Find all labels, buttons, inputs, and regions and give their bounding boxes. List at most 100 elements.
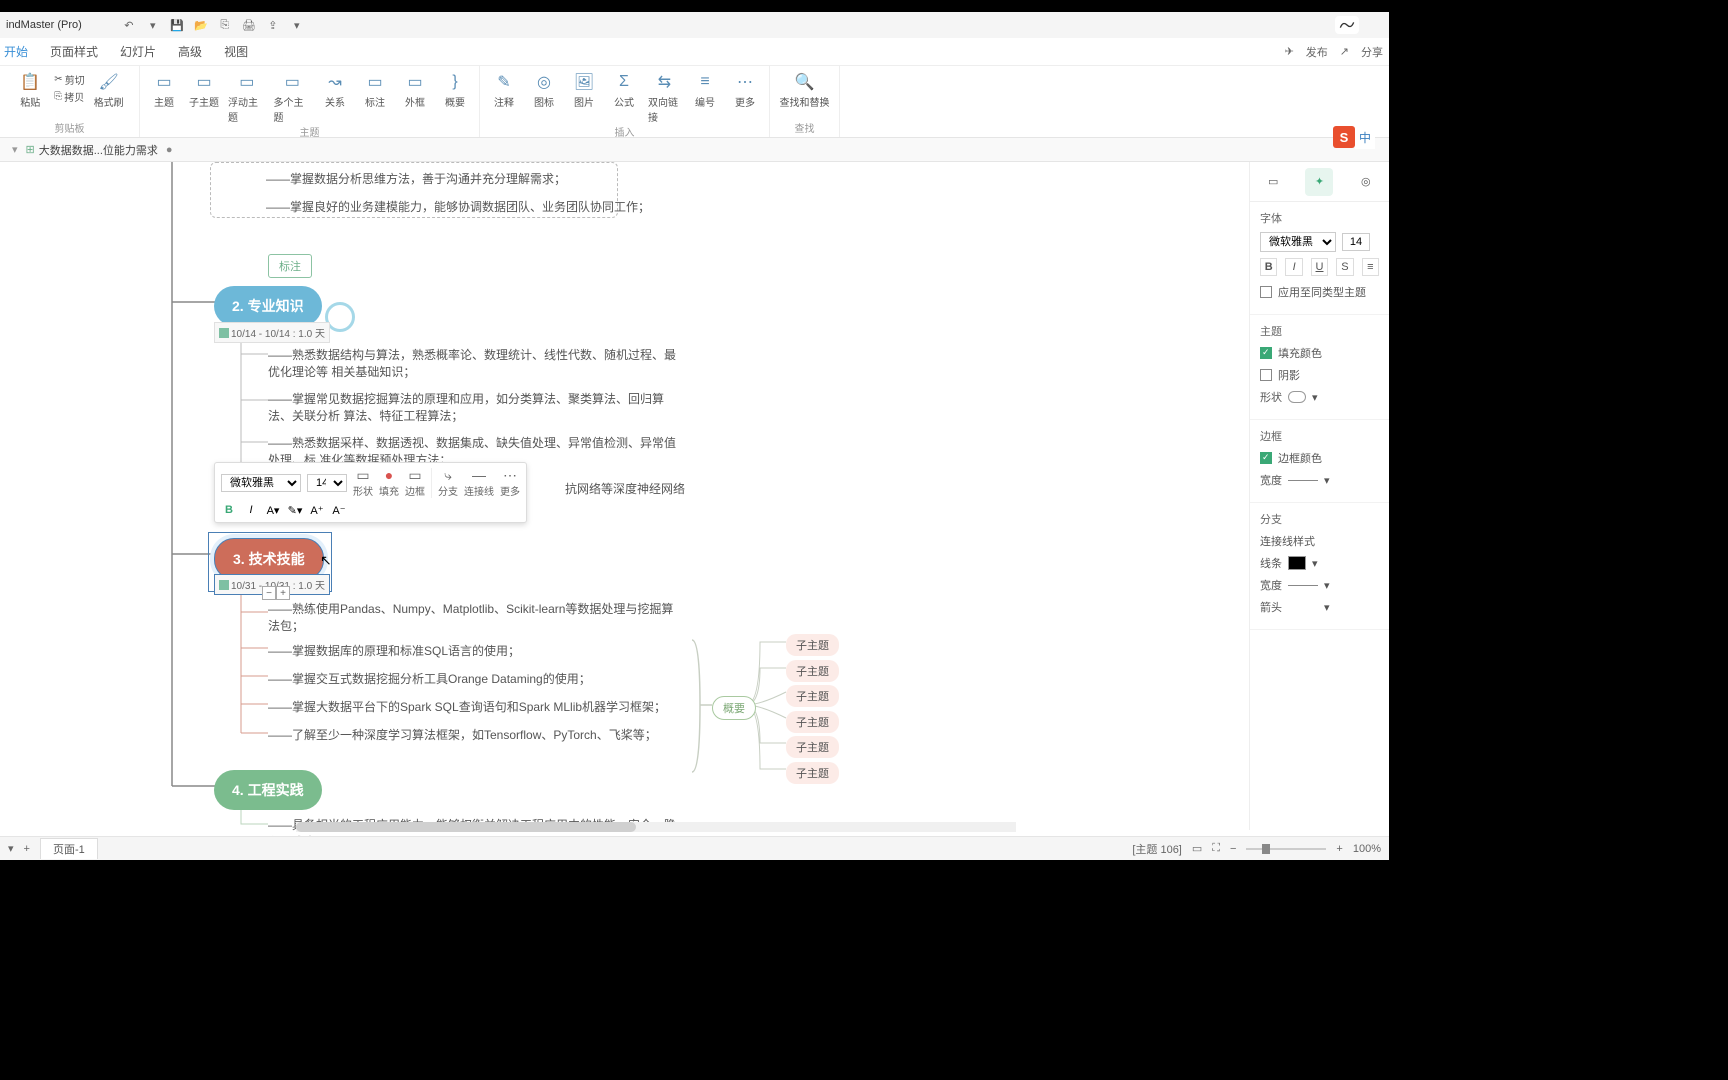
subtopic-button[interactable]: ▭子主题: [188, 72, 220, 109]
fill-color-checkbox[interactable]: [1260, 347, 1272, 359]
italic-button[interactable]: I: [243, 502, 259, 518]
redo-icon[interactable]: ▾: [146, 18, 160, 32]
copy-button[interactable]: ⎘ 拷贝: [54, 89, 84, 104]
font-family-select[interactable]: 微软雅黑: [221, 474, 301, 492]
branch-width-dropdown-icon[interactable]: ▾: [1324, 579, 1330, 592]
more-insert-button[interactable]: ⋯更多: [729, 72, 761, 109]
topic-4[interactable]: 4. 工程实践: [214, 770, 322, 810]
zoom-out-icon[interactable]: −: [1230, 843, 1236, 855]
fill-button[interactable]: ●填充: [379, 467, 399, 498]
font-size-select[interactable]: 14: [307, 474, 347, 492]
more-button[interactable]: ⋯更多: [500, 467, 520, 498]
undo-icon[interactable]: ↶: [122, 18, 136, 32]
border-color-checkbox[interactable]: [1260, 452, 1272, 464]
line-dropdown-icon[interactable]: ▾: [1312, 557, 1318, 570]
publish-button[interactable]: 发布: [1306, 44, 1328, 60]
arrow-dropdown-icon[interactable]: ▾: [1324, 601, 1330, 614]
multiple-topic-button[interactable]: ▭多个主题: [274, 72, 312, 124]
menu-start[interactable]: 开始: [4, 43, 28, 60]
sub-topic-placeholder[interactable]: 子主题: [786, 736, 839, 758]
connector-button[interactable]: —连接线: [464, 467, 494, 498]
border-button[interactable]: ▭边框: [405, 467, 425, 498]
rail-bold-button[interactable]: B: [1260, 258, 1277, 276]
line-color-chip[interactable]: [1288, 556, 1306, 570]
sub-topic-placeholder[interactable]: 子主题: [786, 660, 839, 682]
share-icon[interactable]: ⇪: [266, 18, 280, 32]
child-note[interactable]: ——掌握大数据平台下的Spark SQL查询语句和Spark MLlib机器学习…: [268, 698, 666, 715]
menu-advanced[interactable]: 高级: [178, 43, 202, 60]
shape-button[interactable]: ▭形状: [353, 467, 373, 498]
node-collapse-expand[interactable]: −+: [262, 586, 290, 600]
child-note[interactable]: ——掌握数据分析思维方法，善于沟通并充分理解需求；: [266, 170, 566, 187]
child-note[interactable]: ——掌握交互式数据挖掘分析工具Orange Dataming的使用；: [268, 670, 591, 687]
open-icon[interactable]: 📂: [194, 18, 208, 32]
child-note[interactable]: ——了解至少一种深度学习算法框架，如Tensorflow、PyTorch、飞桨等…: [268, 726, 657, 743]
print-icon[interactable]: 🖨: [242, 18, 256, 32]
presentation-icon[interactable]: ▭: [1192, 842, 1202, 855]
find-replace-button[interactable]: 🔍查找和替换: [780, 72, 830, 109]
rail-italic-button[interactable]: I: [1285, 258, 1302, 276]
rail-strike-button[interactable]: S: [1336, 258, 1353, 276]
add-page-icon[interactable]: +: [24, 843, 30, 855]
note-button[interactable]: ✎注释: [488, 72, 520, 109]
save-icon[interactable]: 💾: [170, 18, 184, 32]
shadow-checkbox[interactable]: [1260, 369, 1272, 381]
formula-button[interactable]: Σ公式: [608, 72, 640, 109]
topic-2[interactable]: 2. 专业知识: [214, 286, 322, 326]
font-color-button[interactable]: A▾: [265, 502, 281, 518]
marker-button[interactable]: ◎图标: [528, 72, 560, 109]
mindmap-canvas[interactable]: ——掌握数据分析思维方法，善于沟通并充分理解需求； ——掌握良好的业务建模能力，…: [0, 162, 1249, 842]
width-dropdown-icon[interactable]: ▾: [1324, 474, 1330, 487]
share-arrow-icon[interactable]: ↗: [1340, 45, 1349, 58]
rail-underline-button[interactable]: U: [1311, 258, 1328, 276]
shape-preview[interactable]: [1288, 391, 1306, 403]
paste-button[interactable]: 📋粘贴: [14, 72, 46, 109]
highlight-button[interactable]: ✎▾: [287, 502, 303, 518]
sub-topic-placeholder[interactable]: 子主题: [786, 762, 839, 784]
menu-slide[interactable]: 幻灯片: [120, 43, 156, 60]
share-button[interactable]: 分享: [1361, 44, 1383, 60]
send-icon[interactable]: ✈: [1285, 45, 1294, 58]
child-note[interactable]: ——掌握常见数据挖掘算法的原理和应用，如分类算法、聚类算法、回归算法、关联分析 …: [268, 390, 678, 424]
font-decrease-button[interactable]: A⁻: [331, 502, 347, 518]
fit-icon[interactable]: ⛶: [1212, 842, 1220, 855]
page-tab[interactable]: 页面-1: [40, 838, 98, 859]
callout-tag[interactable]: 标注: [268, 254, 312, 278]
child-note[interactable]: ——掌握数据库的原理和标准SQL语言的使用；: [268, 642, 520, 659]
branch-button[interactable]: ⤷分支: [438, 467, 458, 498]
image-button[interactable]: 🖼图片: [568, 72, 600, 109]
export-icon[interactable]: ⎘: [218, 18, 232, 32]
child-note[interactable]: ——掌握良好的业务建模能力，能够协调数据团队、业务团队协同工作；: [266, 198, 650, 215]
sub-topic-placeholder[interactable]: 子主题: [786, 634, 839, 656]
shape-dropdown-icon[interactable]: ▾: [1312, 391, 1318, 404]
cut-button[interactable]: ✂ 剪切: [54, 72, 84, 87]
rail-font-size-input[interactable]: [1342, 233, 1370, 251]
boundary-button[interactable]: ▭外框: [399, 72, 431, 109]
format-painter-button[interactable]: 🖌格式刷: [93, 72, 125, 109]
font-increase-button[interactable]: A⁺: [309, 502, 325, 518]
document-tab[interactable]: ⊞ 大数据数据...位能力需求 ●: [26, 142, 173, 158]
more-qat-icon[interactable]: ▾: [290, 18, 304, 32]
callout-button[interactable]: ▭标注: [359, 72, 391, 109]
rail-align-button[interactable]: ≡: [1362, 258, 1379, 276]
ime-indicator[interactable]: S 中: [1333, 126, 1389, 148]
bold-button[interactable]: B: [221, 502, 237, 518]
doc-tab-dropdown-icon[interactable]: ▾: [12, 143, 18, 156]
topic-button[interactable]: ▭主题: [148, 72, 180, 109]
rail-tab-style-icon[interactable]: ✦: [1305, 168, 1333, 196]
floating-format-toolbar[interactable]: 微软雅黑 14 ▭形状 ●填充 ▭边框 ⤷分支 —连接线 ⋯更多 B I A▾ …: [214, 462, 527, 523]
rail-tab-info-icon[interactable]: ◎: [1352, 168, 1380, 196]
sub-topic-placeholder[interactable]: 子主题: [786, 685, 839, 707]
zoom-in-icon[interactable]: +: [1336, 843, 1342, 855]
child-note[interactable]: ——熟悉数据结构与算法，熟悉概率论、数理统计、线性代数、随机过程、最优化理论等 …: [268, 346, 678, 380]
child-note[interactable]: ——熟练使用Pandas、Numpy、Matplotlib、Scikit-lea…: [268, 600, 678, 634]
sub-topic-placeholder[interactable]: 子主题: [786, 711, 839, 733]
rail-font-family-select[interactable]: 微软雅黑: [1260, 232, 1336, 252]
child-note[interactable]: 抗网络等深度神经网络: [565, 480, 685, 497]
hyperlink-button[interactable]: ⇆双向链接: [648, 72, 681, 124]
relation-button[interactable]: ↝关系: [319, 72, 351, 109]
rail-tab-layout-icon[interactable]: ▭: [1259, 168, 1287, 196]
menu-view[interactable]: 视图: [224, 43, 248, 60]
menu-page-style[interactable]: 页面样式: [50, 43, 98, 60]
horizontal-scrollbar[interactable]: [296, 822, 1016, 832]
